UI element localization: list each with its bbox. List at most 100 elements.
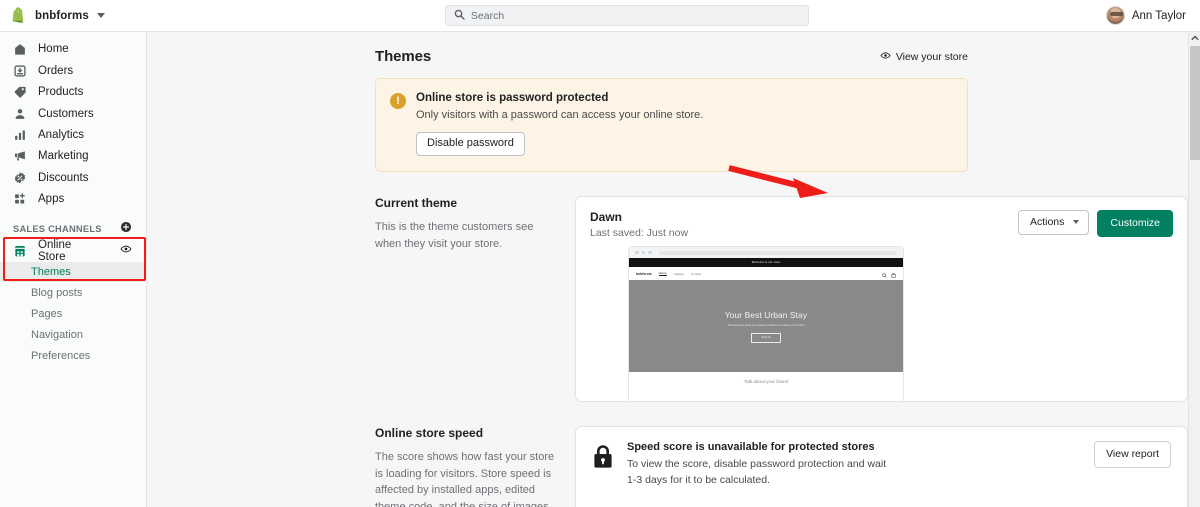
- sidebar-item-label: Home: [38, 43, 69, 56]
- sidebar-item-label: Products: [38, 86, 84, 99]
- current-theme-section: Current theme This is the theme customer…: [375, 196, 1188, 402]
- sidebar-item-label: Customers: [38, 107, 94, 120]
- user-menu[interactable]: Ann Taylor: [1105, 6, 1200, 25]
- preview-nav-link: Catalog: [673, 271, 684, 276]
- speed-score-card: Speed score is unavailable for protected…: [575, 426, 1188, 507]
- sidebar-item-label: Navigation: [31, 329, 83, 342]
- preview-hero-title: Your Best Urban Stay: [724, 309, 808, 320]
- home-icon: [13, 42, 27, 56]
- avatar: [1105, 6, 1125, 25]
- storefront-icon: [13, 244, 27, 258]
- theme-card-header: Dawn Last saved: Just now Actions Custom…: [590, 210, 1173, 239]
- speed-card-line2: 1-3 days for it to be calculated.: [627, 473, 770, 486]
- vertical-scrollbar[interactable]: [1188, 32, 1200, 507]
- sidebar-item-label: Analytics: [38, 128, 85, 141]
- scrollbar-thumb[interactable]: [1190, 46, 1200, 160]
- lock-icon: [592, 444, 614, 470]
- search-area: Search: [148, 5, 1106, 26]
- sidebar-item-label: Marketing: [38, 150, 89, 163]
- current-theme-description: This is the theme customers see when the…: [375, 221, 534, 250]
- tag-icon: [13, 85, 27, 99]
- store-name: bnbforms: [35, 9, 89, 22]
- sidebar-item-label: Pages: [31, 308, 63, 321]
- sidebar: Home Orders Products Customers Analytics…: [0, 32, 147, 507]
- sidebar-item-home[interactable]: Home: [0, 39, 146, 60]
- preview-hero-cta: Shop all: [751, 332, 781, 343]
- user-name: Ann Taylor: [1131, 9, 1186, 22]
- preview-nav-link: Contact: [691, 271, 702, 276]
- store-speed-heading: Online store speed: [375, 426, 484, 440]
- theme-preview-thumbnail[interactable]: Welcome to our store bnbforms Home Catal…: [628, 246, 904, 401]
- store-speed-description-block: Online store speed The score shows how f…: [375, 426, 575, 507]
- store-speed-description-text: The score shows how fast your store is l…: [375, 451, 555, 507]
- view-your-store-link[interactable]: View your store: [880, 50, 968, 64]
- sidebar-item-label: Orders: [38, 64, 74, 77]
- orders-inbox-icon: [13, 64, 27, 78]
- password-protected-banner: Online store is password protected Only …: [375, 78, 968, 172]
- shopify-bag-icon: [11, 7, 28, 24]
- search-input[interactable]: Search: [444, 5, 809, 26]
- search-icon: [882, 265, 887, 283]
- online-store-channel: Online Store Themes Blog posts Pages Nav…: [0, 239, 147, 367]
- view-your-store-label: View your store: [895, 50, 968, 63]
- sidebar-item-apps[interactable]: Apps: [0, 189, 146, 210]
- current-theme-description-block: Current theme This is the theme customer…: [375, 196, 575, 402]
- preview-hero-subtitle: Tell customers about your featured colle…: [727, 323, 805, 327]
- discount-percent-icon: [13, 171, 27, 185]
- chevron-up-icon[interactable]: [1189, 32, 1200, 44]
- eye-icon: [880, 50, 891, 64]
- preview-announcement-text: Welcome to our store: [751, 261, 781, 264]
- speed-card-text: Speed score is unavailable for protected…: [627, 441, 886, 489]
- actions-button[interactable]: Actions: [1017, 210, 1090, 235]
- sidebar-item-products[interactable]: Products: [0, 82, 146, 103]
- sidebar-item-orders[interactable]: Orders: [0, 60, 146, 81]
- preview-footer-heading: Talk about your brand: [743, 379, 789, 384]
- preview-browser-chrome: [629, 247, 903, 258]
- page-title: Themes: [375, 48, 432, 65]
- chevron-down-icon[interactable]: [96, 13, 105, 18]
- store-switcher[interactable]: bnbforms: [0, 7, 148, 24]
- preview-nav: bnbforms Home Catalog Contact: [629, 267, 903, 280]
- sales-channels-label: SALES CHANNELS: [13, 224, 102, 235]
- sidebar-item-themes[interactable]: Themes: [0, 262, 147, 283]
- sidebar-item-navigation[interactable]: Navigation: [0, 325, 146, 345]
- sidebar-item-analytics[interactable]: Analytics: [0, 125, 146, 146]
- main-content: Themes View your store Online store is p…: [147, 32, 1188, 507]
- plus-circle-icon[interactable]: [120, 220, 132, 238]
- window-dot-icon: [635, 250, 639, 255]
- megaphone-icon: [13, 149, 27, 163]
- view-report-button[interactable]: View report: [1094, 441, 1171, 468]
- sidebar-item-online-store[interactable]: Online Store: [0, 239, 146, 263]
- preview-url-bar: [658, 250, 897, 255]
- banner-subtitle: Only visitors with a password can access…: [416, 109, 704, 121]
- window-dot-icon: [648, 250, 652, 255]
- theme-last-saved: Last saved: Just now: [590, 227, 689, 239]
- sales-channels-header: SALES CHANNELS: [0, 220, 146, 239]
- top-bar: bnbforms Search Ann Taylor: [0, 0, 1200, 32]
- preview-nav-link: Home: [658, 271, 667, 276]
- sidebar-item-preferences[interactable]: Preferences: [0, 346, 146, 366]
- sidebar-item-discounts[interactable]: Discounts: [0, 167, 146, 188]
- customize-button[interactable]: Customize: [1097, 210, 1173, 237]
- preview-footer: Talk about your brand: [629, 372, 903, 401]
- search-icon: [454, 7, 465, 25]
- current-theme-heading: Current theme: [375, 196, 458, 210]
- theme-card: Dawn Last saved: Just now Actions Custom…: [575, 196, 1188, 402]
- sidebar-item-blog-posts[interactable]: Blog posts: [0, 283, 146, 303]
- preview-announcement-bar: Welcome to our store: [629, 258, 903, 267]
- alert-exclamation-icon: [390, 93, 406, 109]
- sidebar-item-marketing[interactable]: Marketing: [0, 146, 146, 167]
- disable-password-button[interactable]: Disable password: [416, 132, 525, 156]
- speed-card-line1: To view the score, disable password prot…: [627, 458, 887, 470]
- eye-icon[interactable]: [120, 243, 132, 258]
- apps-grid-plus-icon: [13, 192, 27, 206]
- sidebar-item-pages[interactable]: Pages: [0, 304, 146, 324]
- page-header: Themes View your store: [375, 48, 968, 65]
- sidebar-item-label: Blog posts: [31, 287, 83, 300]
- sidebar-item-label: Themes: [31, 266, 71, 279]
- window-dot-icon: [641, 250, 645, 255]
- sidebar-item-customers[interactable]: Customers: [0, 103, 146, 124]
- preview-hero: Your Best Urban Stay Tell customers abou…: [629, 280, 903, 372]
- actions-button-label: Actions: [1029, 216, 1065, 228]
- preview-logo: bnbforms: [636, 271, 652, 276]
